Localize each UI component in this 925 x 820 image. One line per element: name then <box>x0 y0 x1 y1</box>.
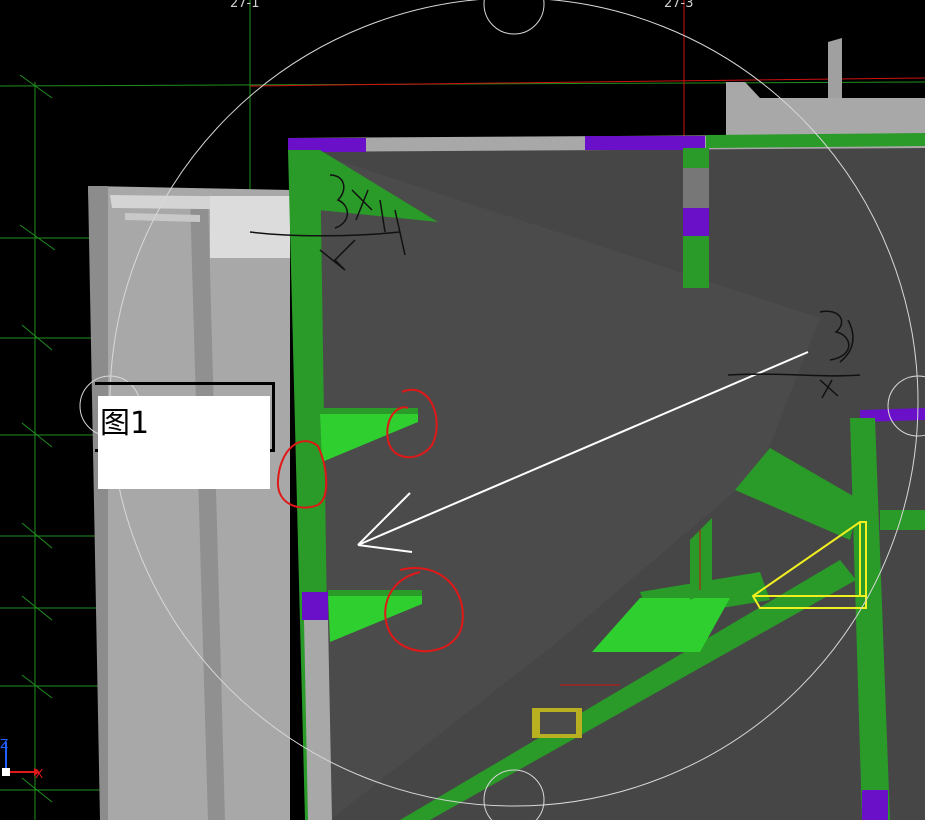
figure-label: 图1 <box>98 396 270 489</box>
column-top <box>683 148 709 288</box>
upper-right-structure <box>726 38 925 140</box>
axis-z-label: Z <box>0 737 8 751</box>
floor-slab <box>300 140 925 820</box>
yellow-element-bottom <box>532 708 582 738</box>
axis-x-label: X <box>35 767 43 781</box>
axis-triad: Z X <box>0 737 43 781</box>
left-wall <box>88 186 290 820</box>
grid-label-right: 27-3 <box>664 0 694 11</box>
grid-label-left: 27-1 <box>230 0 260 11</box>
